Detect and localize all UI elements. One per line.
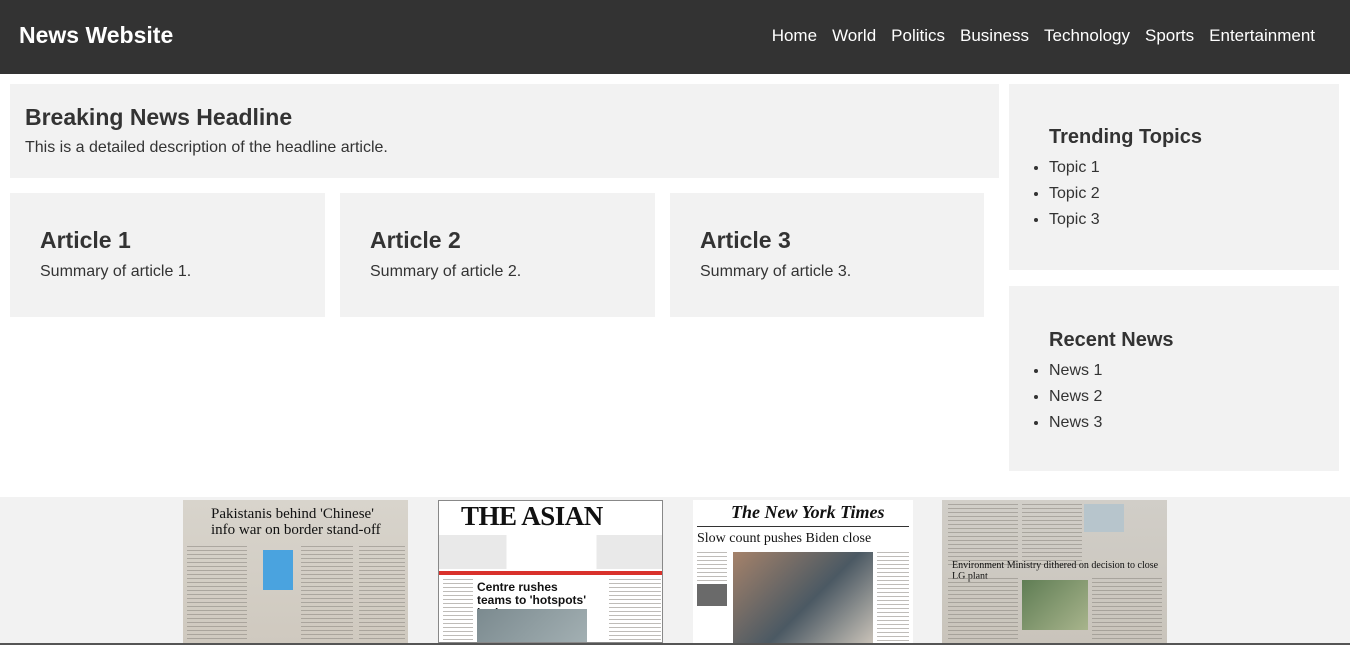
- trending-list: Topic 1 Topic 2 Topic 3: [1049, 155, 1319, 233]
- article-card-1[interactable]: Article 1 Summary of article 1.: [10, 193, 325, 317]
- breaking-news-section: Breaking News Headline This is a detaile…: [10, 84, 999, 178]
- text-columns: [443, 579, 473, 642]
- newspaper-image-4[interactable]: Environment Ministry dithered on decisio…: [942, 500, 1167, 643]
- graphic: [1084, 504, 1124, 532]
- masthead-rule: [697, 526, 909, 527]
- text-columns: [187, 546, 247, 641]
- article-summary: Summary of article 2.: [370, 263, 522, 280]
- trending-item[interactable]: Topic 1: [1049, 155, 1319, 181]
- trending-item[interactable]: Topic 3: [1049, 207, 1319, 233]
- recent-news-box: Recent News News 1 News 2 News 3: [1009, 286, 1339, 471]
- text-columns: [301, 546, 353, 641]
- headline-description: This is a detailed description of the he…: [25, 139, 388, 156]
- nav-business[interactable]: Business: [960, 26, 1029, 46]
- text-columns: [609, 579, 661, 642]
- newspaper-headline: Pakistanis behind 'Chinese' info war on …: [211, 506, 381, 538]
- article-card-3[interactable]: Article 3 Summary of article 3.: [670, 193, 984, 317]
- article-summary: Summary of article 3.: [700, 263, 852, 280]
- recent-title: Recent News: [1049, 329, 1174, 351]
- article-title[interactable]: Article 3: [700, 227, 954, 254]
- recent-list: News 1 News 2 News 3: [1049, 358, 1319, 436]
- newspaper-image-1[interactable]: Pakistanis behind 'Chinese' info war on …: [183, 500, 408, 643]
- nav-entertainment[interactable]: Entertainment: [1209, 26, 1315, 46]
- twitter-graphic: [263, 550, 293, 590]
- recent-item[interactable]: News 1: [1049, 358, 1319, 384]
- red-rule: [439, 571, 662, 575]
- main-nav: Home World Politics Business Technology …: [772, 26, 1315, 46]
- newspaper-headline: Slow count pushes Biden close: [697, 531, 872, 546]
- trending-title: Trending Topics: [1049, 126, 1202, 148]
- nav-home[interactable]: Home: [772, 26, 817, 46]
- photo: [477, 609, 587, 642]
- text-columns: [948, 504, 1018, 566]
- article-summary: Summary of article 1.: [40, 263, 192, 280]
- text-columns: [359, 546, 405, 641]
- text-columns: [697, 552, 727, 582]
- trending-topics-box: Trending Topics Topic 1 Topic 2 Topic 3: [1009, 84, 1339, 270]
- index-strip: [439, 535, 662, 569]
- top-navbar: News Website Home World Politics Busines…: [0, 0, 1350, 74]
- article-title[interactable]: Article 1: [40, 227, 295, 254]
- nav-world[interactable]: World: [832, 26, 876, 46]
- recent-item[interactable]: News 3: [1049, 410, 1319, 436]
- nav-politics[interactable]: Politics: [891, 26, 945, 46]
- trending-item[interactable]: Topic 2: [1049, 181, 1319, 207]
- site-brand[interactable]: News Website: [19, 22, 173, 49]
- recent-item[interactable]: News 2: [1049, 384, 1319, 410]
- text-columns: [877, 552, 909, 643]
- newspaper-image-2[interactable]: THE ASIAN AGE Centre rushes teams to 'ho…: [438, 500, 663, 643]
- article-card-2[interactable]: Article 2 Summary of article 2.: [340, 193, 655, 317]
- portrait-photo: [697, 584, 727, 606]
- text-columns: [948, 578, 1018, 642]
- nav-sports[interactable]: Sports: [1145, 26, 1194, 46]
- nav-technology[interactable]: Technology: [1044, 26, 1130, 46]
- newspaper-masthead: The New York Times: [731, 502, 885, 522]
- text-columns: [1092, 578, 1162, 642]
- text-columns: [1022, 504, 1082, 566]
- article-title[interactable]: Article 2: [370, 227, 625, 254]
- newspaper-image-3[interactable]: The New York Times Slow count pushes Bid…: [693, 500, 913, 643]
- photo: [1022, 580, 1088, 630]
- photo: [733, 552, 873, 643]
- headline-title[interactable]: Breaking News Headline: [25, 104, 984, 131]
